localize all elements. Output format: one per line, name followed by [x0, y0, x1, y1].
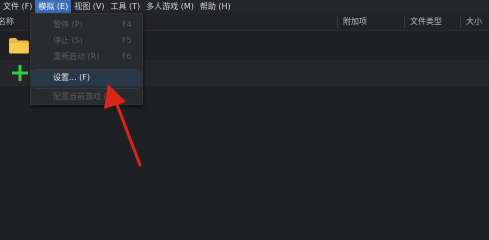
menu-help[interactable]: 帮助 (H)	[197, 0, 234, 14]
menu-emulation[interactable]: 模拟 (E)	[35, 0, 72, 14]
menu-item-pause[interactable]: 暂停 (P) F4	[31, 17, 142, 33]
column-filetype[interactable]: 文件类型	[410, 14, 442, 30]
menu-tools[interactable]: 工具 (T)	[108, 0, 144, 14]
plus-icon[interactable]	[10, 63, 30, 83]
column-name[interactable]: 名称	[0, 14, 14, 30]
emulation-dropdown-menu: 暂停 (P) F4 停止 (S) F5 重新启动 (R) F6 设置... (F…	[30, 13, 143, 105]
column-addon[interactable]: 附加项	[343, 14, 367, 30]
emulator-window: 文件 (F) 模拟 (E) 视图 (V) 工具 (T) 多人游戏 (M) 帮助 …	[0, 0, 489, 219]
menu-multiplayer[interactable]: 多人游戏 (M)	[143, 0, 197, 14]
folder-icon	[9, 38, 29, 54]
column-size[interactable]: 大小	[466, 14, 482, 30]
menu-item-restart[interactable]: 重新启动 (R) F6	[31, 49, 142, 65]
column-divider[interactable]	[404, 16, 405, 28]
menu-bar: 文件 (F) 模拟 (E) 视图 (V) 工具 (T) 多人游戏 (M) 帮助 …	[0, 0, 489, 14]
menu-file[interactable]: 文件 (F)	[0, 0, 35, 14]
menu-item-settings[interactable]: 设置... (F)	[31, 70, 142, 86]
menu-item-configure-game[interactable]: 配置当前游戏 (G)	[31, 89, 142, 105]
menu-view[interactable]: 视图 (V)	[71, 0, 107, 14]
column-divider[interactable]	[337, 16, 338, 28]
column-divider[interactable]	[460, 16, 461, 28]
menu-item-stop[interactable]: 停止 (S) F5	[31, 33, 142, 49]
